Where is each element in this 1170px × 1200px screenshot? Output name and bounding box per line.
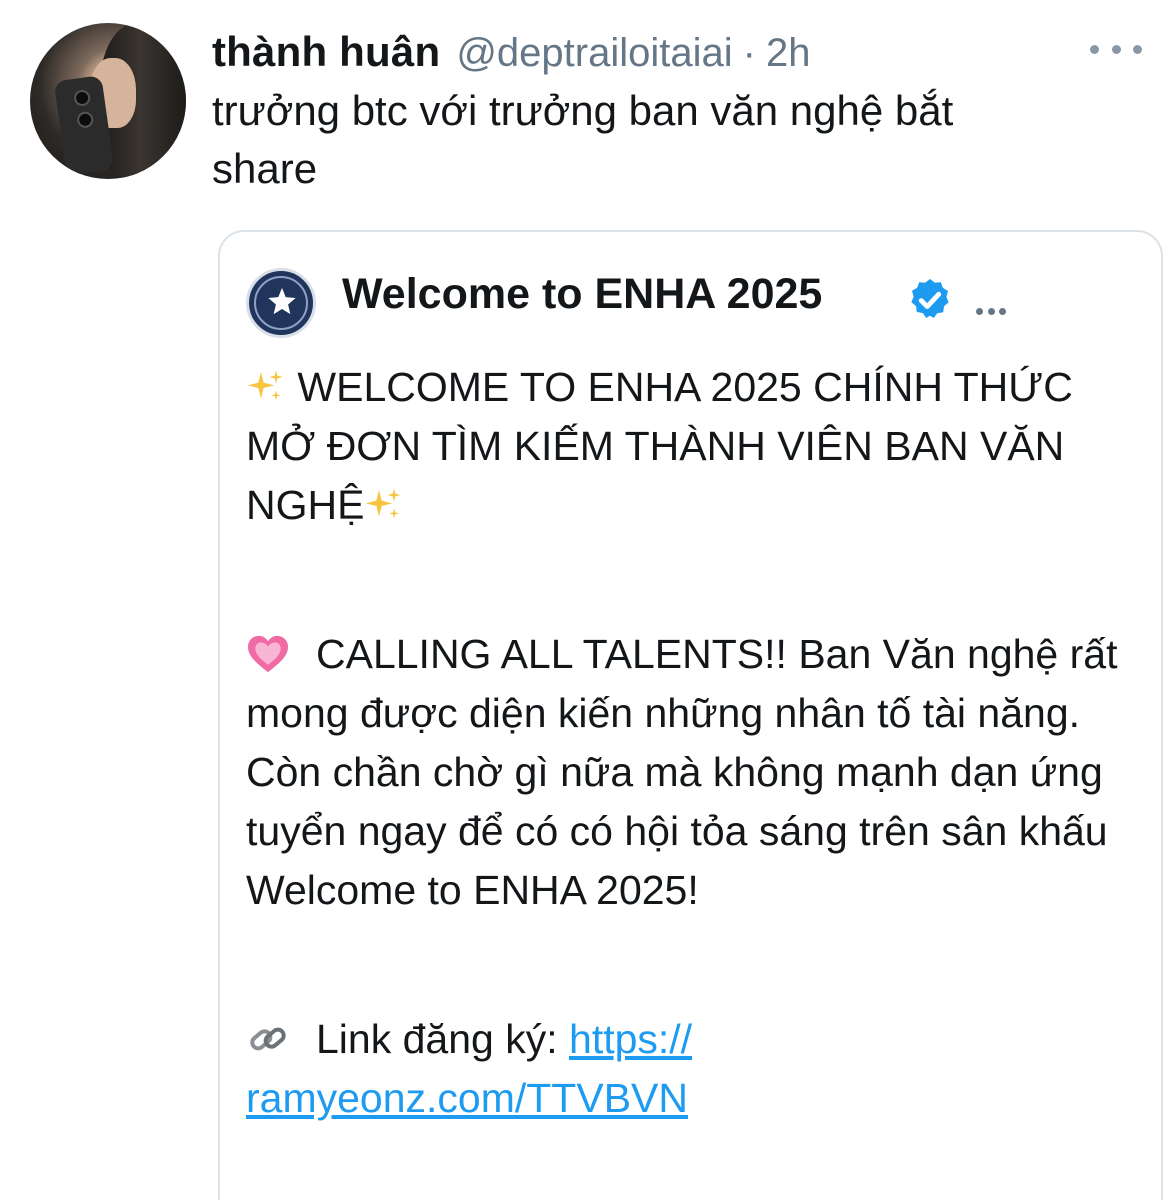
heart-icon <box>248 635 288 673</box>
calling-talents-paragraph: CALLING ALL TALENTS!! Ban Văn nghệ rất m… <box>246 625 1126 920</box>
author-avatar[interactable] <box>30 23 186 179</box>
quoted-author-avatar[interactable] <box>246 268 316 338</box>
link-part-2[interactable]: ramyeonz.com/TTVBVN <box>246 1075 688 1121</box>
star-logo-icon <box>268 287 296 315</box>
announcement-line: WELCOME TO ENHA 2025 CHÍNH THỨC MỞ ĐƠN T… <box>246 358 1126 535</box>
sparkles-icon <box>247 370 283 401</box>
quoted-tweet-body: WELCOME TO ENHA 2025 CHÍNH THỨC MỞ ĐƠN T… <box>246 358 1126 1128</box>
tweet: thành huân @deptrailoitaiai · 2h trưởng … <box>0 0 1170 1200</box>
author-handle[interactable]: @deptrailoitaiai <box>456 31 732 76</box>
tweet-text: trưởng btc với trưởng ban văn nghệ bắt s… <box>212 87 954 192</box>
sparkles-icon <box>366 488 402 519</box>
link-part-1[interactable]: https:// <box>569 1016 692 1062</box>
author-name[interactable]: thành huân <box>212 28 440 76</box>
registration-link-line: Link đăng ký: https:// ramyeonz.com/TTVBV… <box>246 1010 1126 1128</box>
timestamp[interactable]: 2h <box>766 31 811 76</box>
more-options-icon[interactable] <box>1090 34 1142 64</box>
link-icon <box>250 1027 286 1051</box>
quoted-tweet[interactable]: Welcome to ENHA 2025 WELCOME TO ENHA 202… <box>218 230 1163 1200</box>
verified-badge-icon <box>911 279 949 318</box>
quoted-author-name[interactable]: Welcome to ENHA 2025 <box>342 270 822 319</box>
tweet-header: thành huân @deptrailoitaiai · 2h <box>212 28 810 76</box>
separator: · <box>742 31 756 75</box>
quoted-more-icon[interactable] <box>976 306 1006 316</box>
calling-talents-text: CALLING ALL TALENTS!! Ban Văn nghệ rất m… <box>246 631 1118 913</box>
link-label: Link đăng ký: <box>316 1016 558 1062</box>
